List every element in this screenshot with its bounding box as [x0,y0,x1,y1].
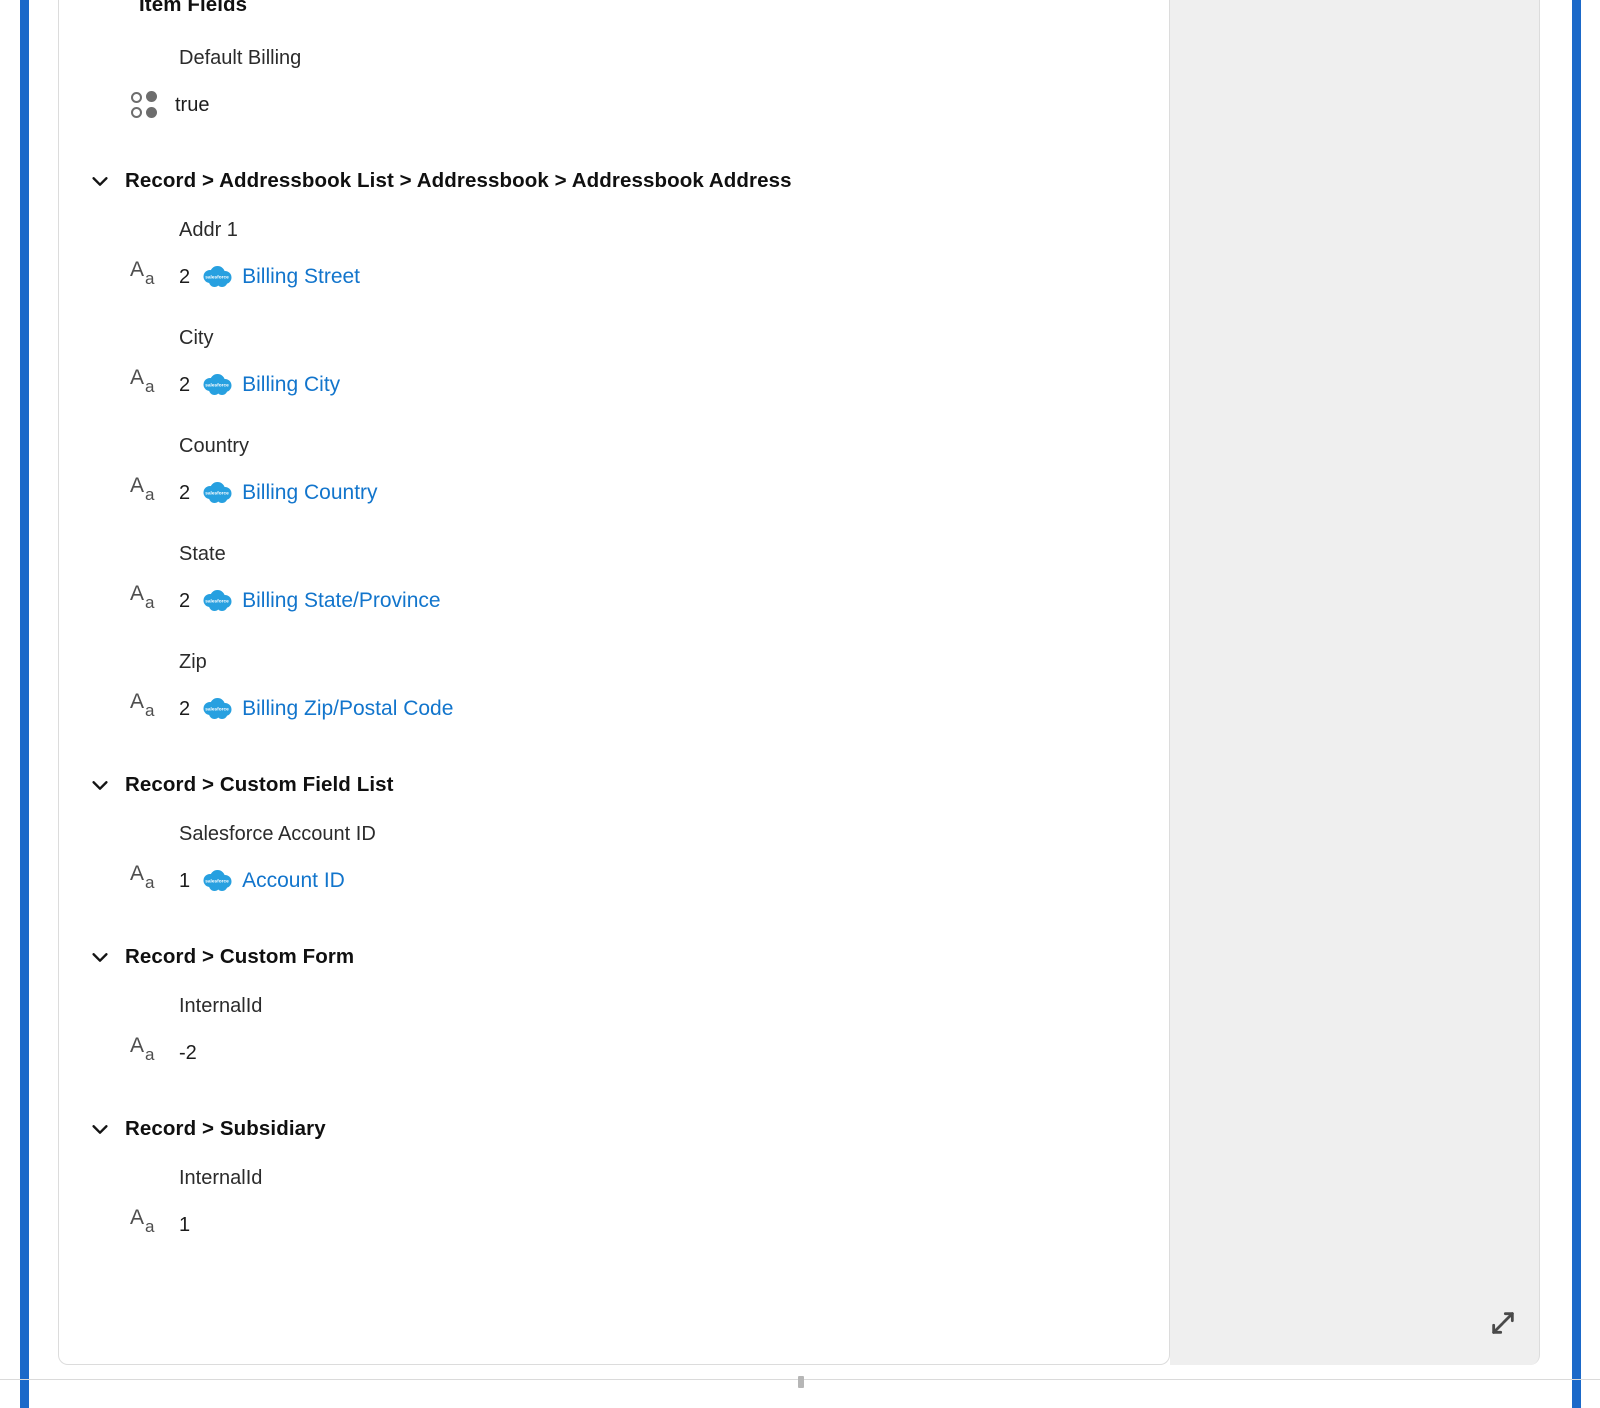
field-row-city: City Aa 2 salesforce Billing City [59,328,1171,402]
field-label: Addr 1 [179,219,238,241]
field-value-row: Aa 2 salesforce [129,366,1171,402]
field-label: City [179,327,214,349]
chevron-down-icon[interactable] [89,946,111,968]
svg-text:salesforce: salesforce [205,275,229,281]
svg-text:salesforce: salesforce [205,599,229,605]
mapping-count: 1 [179,869,191,892]
field-label: Salesforce Account ID [179,823,376,845]
section-header-custom-form[interactable]: Record > Custom Form [59,940,1171,974]
field-value-row: Aa 1 salesforce Account ID [129,862,1171,898]
field-row-state: State Aa 2 salesforce Billing State/Prov… [59,544,1171,618]
field-value-row: Aa 2 salesforce [129,582,1171,618]
field-label: State [179,543,226,565]
right-side-panel [1170,0,1540,1365]
mapped-field-link[interactable]: Billing Country [242,481,377,505]
field-mapping-card: Item Fields Default Billing true Record … [58,0,1170,1365]
mapped-field-link[interactable]: Billing State/Province [242,589,440,613]
svg-text:salesforce: salesforce [205,491,229,497]
text-type-icon: Aa [130,258,155,288]
mapping-count: 2 [179,265,191,288]
field-row-default-billing: Default Billing true [59,48,1171,122]
mapping-count: 2 [179,481,191,504]
field-label: InternalId [179,995,263,1017]
mapped-field-link[interactable]: Account ID [242,869,345,893]
field-value-row: true [129,88,1171,122]
section-title: Record > Custom Field List [125,773,394,796]
mapping-count: 2 [179,373,191,396]
field-mapping-content: Item Fields Default Billing true Record … [59,0,1171,1320]
section-title: Record > Subsidiary [125,1117,326,1140]
svg-text:salesforce: salesforce [205,707,229,713]
field-value: 1 [179,1213,191,1236]
field-value: true [175,93,210,116]
section-title: Record > Custom Form [125,945,355,968]
text-type-icon: Aa [130,582,155,612]
mapped-field-link[interactable]: Billing Street [242,265,360,289]
section-header-item-fields: Item Fields [59,0,1171,22]
mapped-field-link[interactable]: Billing City [242,373,340,397]
field-value: -2 [179,1041,197,1064]
chevron-down-icon[interactable] [89,170,111,192]
expand-diagonal-icon[interactable] [1489,1309,1517,1337]
salesforce-logo: salesforce [200,265,234,289]
right-blue-rail [1572,0,1581,1408]
chevron-down-icon[interactable] [89,774,111,796]
salesforce-logo: salesforce [200,481,234,505]
field-row-country: Country Aa 2 salesforce Billing Country [59,436,1171,510]
field-row-addr1: Addr 1 Aa 2 salesforce Billing Street [59,220,1171,294]
field-value-row: Aa 2 salesforce [129,690,1171,726]
text-type-icon: Aa [130,1034,155,1064]
mapping-count: 2 [179,697,191,720]
chevron-down-icon[interactable] [89,1118,111,1140]
text-type-icon: Aa [130,1206,155,1236]
field-row-custom-form-internalid: InternalId Aa -2 [59,996,1171,1070]
salesforce-logo: salesforce [200,869,234,893]
field-label: InternalId [179,1167,263,1189]
mapped-field-link[interactable]: Billing Zip/Postal Code [242,697,453,721]
mapping-count: 2 [179,589,191,612]
field-row-zip: Zip Aa 2 salesforce Billing Zip/Postal C… [59,652,1171,726]
field-value-row: Aa 1 [129,1206,1171,1242]
boolean-type-icon [129,90,167,120]
field-label: Country [179,435,250,457]
section-title: Record > Addressbook List > Addressbook … [125,169,792,192]
field-label: Default Billing [179,47,302,69]
field-value-row: Aa -2 [129,1034,1171,1070]
field-value-row: Aa 2 salesforce [129,474,1171,510]
section-title: Item Fields [139,0,248,16]
svg-text:salesforce: salesforce [205,383,229,389]
text-type-icon: Aa [130,366,155,396]
section-header-custom-field-list[interactable]: Record > Custom Field List [59,768,1171,802]
left-blue-rail [20,0,29,1408]
salesforce-logo: salesforce [200,589,234,613]
svg-text:salesforce: salesforce [205,879,229,885]
field-row-subsidiary-internalid: InternalId Aa 1 [59,1168,1171,1242]
field-row-salesforce-account-id: Salesforce Account ID Aa 1 salesforce Ac… [59,824,1171,898]
text-type-icon: Aa [130,474,155,504]
salesforce-logo: salesforce [200,373,234,397]
salesforce-logo: salesforce [200,697,234,721]
text-type-icon: Aa [130,862,155,892]
field-value-row: Aa 2 salesforce [129,258,1171,294]
text-type-icon: Aa [130,690,155,720]
field-label: Zip [179,651,207,673]
section-header-addressbook-address[interactable]: Record > Addressbook List > Addressbook … [59,164,1171,198]
panel-resize-grip[interactable] [798,1376,804,1388]
section-header-subsidiary[interactable]: Record > Subsidiary [59,1112,1171,1146]
